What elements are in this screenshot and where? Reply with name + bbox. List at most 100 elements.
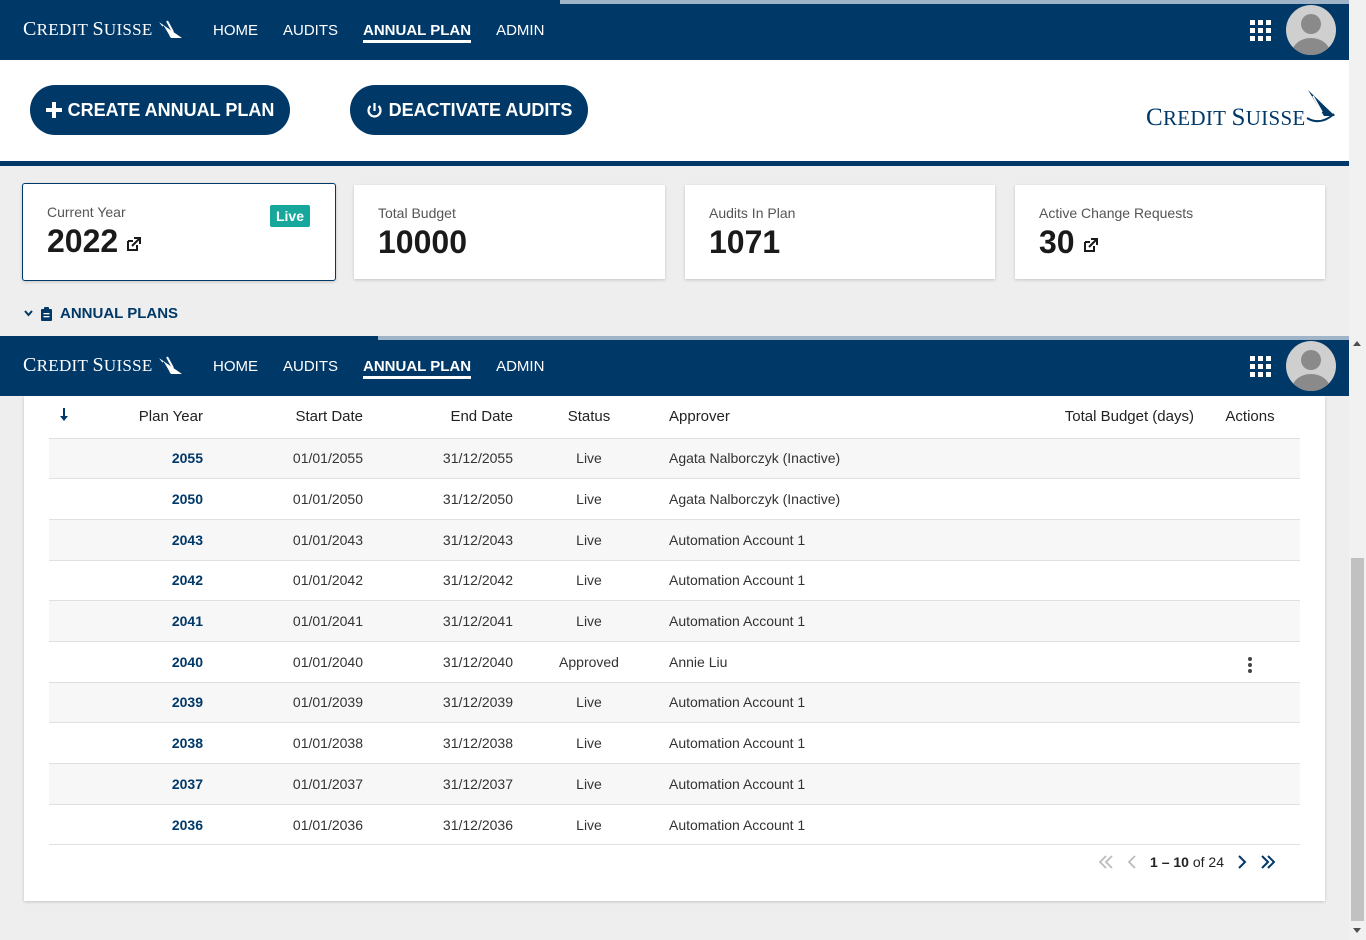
cell-plan-year[interactable]: 2036 <box>79 804 209 846</box>
table-row[interactable]: 2036 01/01/2036 31/12/2036 Live Automati… <box>49 804 1300 846</box>
nav-admin[interactable]: ADMIN <box>496 336 544 396</box>
cell-plan-year[interactable]: 2040 <box>79 641 209 683</box>
scroll-down-arrow[interactable] <box>1353 928 1361 933</box>
table-row[interactable]: 2040 01/01/2040 31/12/2040 Approved Anni… <box>49 641 1300 683</box>
cell-start-date: 01/01/2038 <box>209 722 369 764</box>
cell-approver: Annie Liu <box>659 641 1019 683</box>
card-active-change-requests[interactable]: Active Change Requests 30 <box>1015 185 1325 279</box>
cell-plan-year[interactable]: 2037 <box>79 763 209 805</box>
cell-plan-year[interactable]: 2050 <box>79 478 209 520</box>
cell-status: Live <box>519 682 659 724</box>
cell-total-budget <box>1019 763 1200 805</box>
apps-grid-icon[interactable] <box>1250 356 1271 377</box>
sail-logo-icon <box>158 356 182 374</box>
first-page-icon <box>1099 855 1113 869</box>
cell-total-budget <box>1019 560 1200 602</box>
last-page-icon <box>1261 855 1275 869</box>
cell-start-date: 01/01/2042 <box>209 560 369 602</box>
deactivate-audits-button[interactable]: DEACTIVATE AUDITS <box>350 85 588 135</box>
scroll-up-arrow[interactable] <box>1353 341 1361 346</box>
table-row[interactable]: 2037 01/01/2037 31/12/2037 Live Automati… <box>49 763 1300 805</box>
cell-actions <box>1200 722 1300 764</box>
table-row[interactable]: 2039 01/01/2039 31/12/2039 Live Automati… <box>49 682 1300 724</box>
cell-status: Live <box>519 438 659 480</box>
nav-annual-plan[interactable]: ANNUAL PLAN <box>363 0 472 60</box>
cell-approver: Automation Account 1 <box>659 722 1019 764</box>
scrollbar-thumb[interactable] <box>1351 558 1364 921</box>
cell-start-date: 01/01/2055 <box>209 438 369 480</box>
next-page-icon <box>1238 855 1247 869</box>
table-row[interactable]: 2038 01/01/2038 31/12/2038 Live Automati… <box>49 722 1300 764</box>
cell-status: Live <box>519 722 659 764</box>
cell-plan-year[interactable]: 2043 <box>79 519 209 561</box>
cell-start-date: 01/01/2037 <box>209 763 369 805</box>
nav-audits[interactable]: AUDITS <box>283 336 338 396</box>
header-total-budget[interactable]: Total Budget (days) <box>1019 396 1200 439</box>
prev-page-button[interactable] <box>1127 855 1136 869</box>
last-page-button[interactable] <box>1261 855 1275 869</box>
sort-column[interactable] <box>49 396 79 439</box>
table-row[interactable]: 2050 01/01/2050 31/12/2050 Live Agata Na… <box>49 478 1300 520</box>
cell-total-budget <box>1019 722 1200 764</box>
first-page-button[interactable] <box>1099 855 1113 869</box>
avatar[interactable] <box>1286 5 1336 55</box>
avatar[interactable] <box>1286 341 1336 391</box>
cell-total-budget <box>1019 682 1200 724</box>
cell-approver: Agata Nalborczyk (Inactive) <box>659 478 1019 520</box>
external-link-icon[interactable] <box>1083 238 1098 253</box>
external-link-icon[interactable] <box>126 237 142 252</box>
next-page-button[interactable] <box>1238 855 1247 869</box>
nav-home[interactable]: HOME <box>213 0 258 60</box>
card-current-year[interactable]: Current Year 2022 Live <box>22 183 336 281</box>
cell-status: Live <box>519 478 659 520</box>
cell-end-date: 31/12/2042 <box>369 560 519 602</box>
brand-logo[interactable]: CREDIT SUISSE <box>23 18 183 41</box>
annual-plans-section-toggle[interactable]: ANNUAL PLANS <box>24 305 178 322</box>
cell-total-budget <box>1019 438 1200 480</box>
prev-page-icon <box>1127 855 1136 869</box>
sort-arrow-down-icon[interactable] <box>60 408 68 422</box>
cell-total-budget <box>1019 519 1200 561</box>
nav-audits[interactable]: AUDITS <box>283 0 338 60</box>
create-annual-plan-button[interactable]: CREATE ANNUAL PLAN <box>30 85 290 135</box>
header-actions: Actions <box>1200 396 1300 439</box>
page-scrollbar[interactable] <box>1349 0 1366 940</box>
apps-grid-icon[interactable] <box>1250 20 1271 41</box>
page-range: 1 – 10 of 24 <box>1150 854 1224 870</box>
cell-actions <box>1200 519 1300 561</box>
table-row[interactable]: 2042 01/01/2042 31/12/2042 Live Automati… <box>49 560 1300 602</box>
cell-end-date: 31/12/2050 <box>369 478 519 520</box>
header-plan-year[interactable]: Plan Year <box>79 396 209 439</box>
cell-plan-year[interactable]: 2042 <box>79 560 209 602</box>
cell-end-date: 31/12/2038 <box>369 722 519 764</box>
header-approver[interactable]: Approver <box>659 396 1019 439</box>
header-status[interactable]: Status <box>519 396 659 439</box>
table-row[interactable]: 2043 01/01/2043 31/12/2043 Live Automati… <box>49 519 1300 561</box>
cell-plan-year[interactable]: 2041 <box>79 600 209 642</box>
cell-status: Live <box>519 560 659 602</box>
clipboard-icon <box>41 306 52 321</box>
brand-logo[interactable]: CREDIT SUISSE <box>23 354 183 377</box>
header-start-date[interactable]: Start Date <box>209 396 369 439</box>
nav-annual-plan[interactable]: ANNUAL PLAN <box>363 336 472 396</box>
nav-home[interactable]: HOME <box>213 336 258 396</box>
cell-end-date: 31/12/2036 <box>369 804 519 846</box>
cell-approver: Automation Account 1 <box>659 519 1019 561</box>
cell-plan-year[interactable]: 2039 <box>79 682 209 724</box>
card-total-budget: Total Budget 10000 <box>354 185 665 279</box>
main-nav: HOME AUDITS ANNUAL PLAN ADMIN <box>213 336 544 396</box>
nav-admin[interactable]: ADMIN <box>496 0 544 60</box>
cell-end-date: 31/12/2039 <box>369 682 519 724</box>
card-label: Active Change Requests <box>1039 205 1194 221</box>
annual-plans-table-panel: Plan Year Start Date End Date Status App… <box>24 396 1325 901</box>
cell-plan-year[interactable]: 2038 <box>79 722 209 764</box>
table-row[interactable]: 2041 01/01/2041 31/12/2041 Live Automati… <box>49 600 1300 642</box>
kebab-menu-icon[interactable] <box>1242 655 1258 675</box>
table-row[interactable]: 2055 01/01/2055 31/12/2055 Live Agata Na… <box>49 438 1300 480</box>
cell-approver: Agata Nalborczyk (Inactive) <box>659 438 1019 480</box>
cell-status: Approved <box>519 641 659 683</box>
logo-text: CREDIT SUISSE <box>1146 104 1306 131</box>
header-end-date[interactable]: End Date <box>369 396 519 439</box>
cell-plan-year[interactable]: 2055 <box>79 438 209 480</box>
main-nav: HOME AUDITS ANNUAL PLAN ADMIN <box>213 0 544 60</box>
